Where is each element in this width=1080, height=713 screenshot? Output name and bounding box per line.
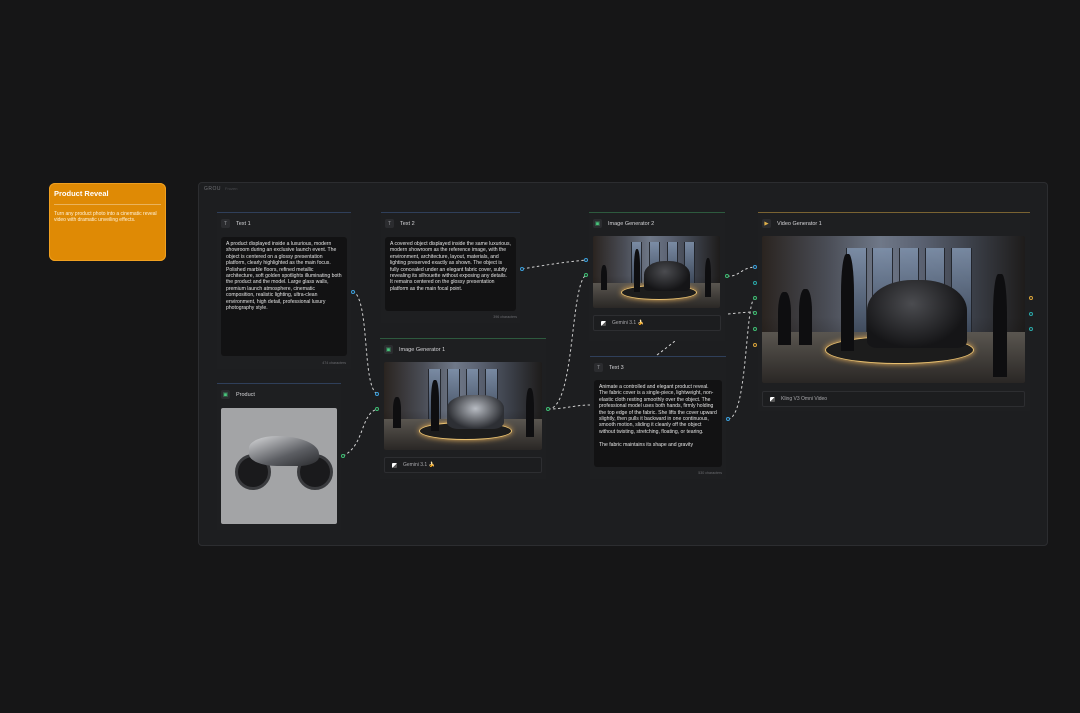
text-content[interactable]: Animate a controlled and elegant product… — [594, 380, 722, 467]
video-generator-node-1[interactable]: ▶ Video Generator 1 Kling V3 Omni Video — [758, 212, 1030, 411]
node-title: Video Generator 1 — [777, 220, 822, 227]
kling-logo-icon — [770, 396, 775, 402]
image-icon: ▣ — [384, 345, 393, 354]
input-port-prompt[interactable] — [584, 258, 588, 262]
model-selector[interactable]: Kling V3 Omni Video — [762, 391, 1025, 407]
wire-imggen1-imggen2 — [547, 274, 587, 410]
wire-imggen2-videogen — [726, 266, 756, 277]
image-icon: ▣ — [593, 219, 602, 228]
node-title: Text 2 — [400, 220, 415, 227]
output-port-text3[interactable] — [726, 417, 730, 421]
output-port-video[interactable] — [1029, 296, 1033, 300]
product-node[interactable]: ▣ Product — [217, 383, 341, 530]
gemini-logo-icon — [392, 462, 397, 468]
video-icon: ▶ — [762, 219, 771, 228]
model-label: Gemini 3.1 🍌 — [612, 320, 644, 326]
image-generator-node-1[interactable]: ▣ Image Generator 1 Gemini 3.1 🍌 — [380, 338, 546, 479]
text-node-1[interactable]: T Text 1 A product displayed inside a lu… — [217, 212, 351, 369]
node-title: Text 3 — [609, 364, 624, 371]
char-count: 474 characters — [322, 361, 346, 365]
input-port-image[interactable] — [375, 407, 379, 411]
output-port-text1[interactable] — [351, 290, 355, 294]
wire-model-videogen — [727, 311, 756, 315]
generated-image[interactable] — [384, 362, 542, 450]
input-port-end-frame[interactable] — [753, 311, 757, 315]
input-port-image[interactable] — [584, 273, 588, 277]
wire-text2-imggen2 — [521, 259, 587, 270]
text-content[interactable]: A covered object displayed inside the sa… — [385, 237, 516, 311]
generated-video-preview[interactable] — [762, 236, 1025, 383]
model-selector[interactable]: Gemini 3.1 🍌 — [384, 457, 542, 473]
bike-body — [249, 436, 319, 466]
model-selector[interactable]: Gemini 3.1 🍌 — [593, 315, 721, 331]
node-title: Image Generator 2 — [608, 220, 655, 227]
output-port-imggen1[interactable] — [546, 407, 550, 411]
input-port-reference[interactable] — [753, 327, 757, 331]
input-port-prompt[interactable] — [375, 392, 379, 396]
char-count: 530 characters — [698, 471, 722, 475]
text-icon: T — [221, 219, 230, 228]
input-port-video[interactable] — [753, 343, 757, 347]
model-label: Kling V3 Omni Video — [781, 396, 828, 402]
generated-image[interactable] — [593, 236, 720, 308]
product-image[interactable] — [221, 408, 337, 524]
wire-text3-videogen — [727, 297, 756, 420]
output-port-audio[interactable] — [1029, 327, 1033, 331]
node-title: Text 1 — [236, 220, 251, 227]
node-title: Product — [236, 391, 255, 398]
wire-product-imggen1 — [342, 408, 378, 457]
char-count: 396 characters — [493, 315, 517, 319]
input-port-prompt[interactable] — [753, 265, 757, 269]
wire-imggen2-text3 — [656, 340, 676, 356]
input-port-negative[interactable] — [753, 281, 757, 285]
text-node-3[interactable]: T Text 3 Animate a controlled and elegan… — [590, 356, 726, 479]
wire-text1-imggen1 — [352, 290, 378, 395]
image-upload-icon: ▣ — [221, 390, 230, 399]
text-node-2[interactable]: T Text 2 A covered object displayed insi… — [381, 212, 520, 323]
text-icon: T — [385, 219, 394, 228]
gemini-logo-icon — [601, 320, 606, 326]
output-port-text2[interactable] — [520, 267, 524, 271]
input-port-start-frame[interactable] — [753, 296, 757, 300]
node-title: Image Generator 1 — [399, 346, 446, 353]
text-content[interactable]: A product displayed inside a luxurious, … — [221, 237, 347, 356]
output-port-imggen2[interactable] — [725, 274, 729, 278]
image-generator-node-2[interactable]: ▣ Image Generator 2 Gemini 3.1 🍌 — [589, 212, 725, 341]
output-port-frame[interactable] — [1029, 312, 1033, 316]
output-port-product[interactable] — [341, 454, 345, 458]
text-icon: T — [594, 363, 603, 372]
model-label: Gemini 3.1 🍌 — [403, 462, 435, 468]
